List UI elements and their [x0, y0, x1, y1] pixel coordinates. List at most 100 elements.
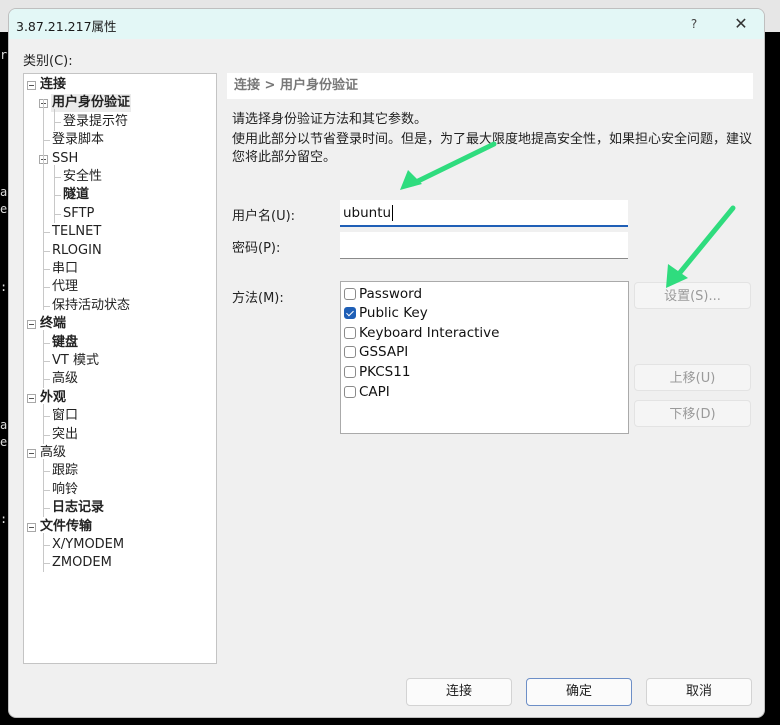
collapse-icon[interactable]: [27, 81, 36, 90]
method-item[interactable]: CAPI: [344, 382, 390, 401]
tree-item[interactable]: 隧道: [62, 186, 90, 204]
tree-connector: [43, 330, 44, 389]
tree-item[interactable]: 登录脚本: [51, 131, 105, 149]
tree-connector: [43, 361, 50, 362]
collapse-icon[interactable]: [27, 320, 36, 330]
checkbox[interactable]: [344, 287, 356, 300]
checkbox[interactable]: [344, 326, 356, 339]
move-down-button[interactable]: 下移(D): [634, 400, 751, 427]
tree-item[interactable]: SFTP: [62, 205, 95, 223]
collapse-icon[interactable]: [27, 449, 36, 458]
title-bar[interactable]: 3.87.21.217属性 ? ✕: [9, 9, 764, 39]
background-text-fragment: :: [0, 512, 8, 526]
tree-item-label: 突出: [52, 426, 79, 442]
tree-item[interactable]: 突出: [51, 426, 79, 444]
tree-connector: [43, 342, 50, 344]
tree-item[interactable]: SSH: [51, 150, 79, 168]
tree-item[interactable]: 键盘: [51, 334, 79, 352]
method-label: PKCS11: [359, 363, 411, 380]
background-text-fragment: e: [0, 435, 8, 449]
tree-connector: [43, 563, 50, 565]
tree-connector: [43, 403, 44, 444]
tree-item[interactable]: 响铃: [51, 481, 79, 499]
tree-item[interactable]: ZMODEM: [51, 554, 113, 572]
tree-connector: [54, 213, 61, 215]
tree-item[interactable]: 日志记录: [51, 499, 105, 517]
tree-connector: [43, 416, 50, 418]
tree-item[interactable]: 连接: [39, 76, 67, 94]
tree-item[interactable]: 跟踪: [51, 462, 79, 480]
tree-connector: [54, 121, 61, 123]
checkbox[interactable]: [344, 385, 356, 398]
method-item[interactable]: Password: [344, 284, 422, 303]
tree-item-label: 串口: [52, 261, 79, 276]
tree-item-label: 窗口: [52, 408, 79, 424]
method-label: GSSAPI: [359, 344, 409, 361]
properties-dialog: 3.87.21.217属性 ? ✕ 类别(C): 连接 用户身份验证 登录提示符 登录…: [8, 8, 765, 718]
window-title: 3.87.21.217属性: [16, 19, 117, 34]
tree-item[interactable]: X/YMODEM: [51, 536, 125, 554]
tree-item[interactable]: RLOGIN: [51, 242, 103, 260]
tree-connector: [43, 269, 50, 270]
tree-item[interactable]: TELNET: [51, 223, 102, 241]
background-text-fragment: a: [0, 418, 8, 432]
collapse-icon[interactable]: [27, 522, 36, 532]
background-text-fragment: r: [0, 48, 8, 62]
connect-button[interactable]: 连接: [406, 678, 512, 706]
tree-item-label: X/YMODEM: [52, 537, 125, 552]
settings-button[interactable]: 设置(S)...: [634, 282, 751, 309]
tree-item[interactable]: 文件传输: [39, 518, 93, 536]
tree-item-label: 安全性: [63, 169, 103, 184]
tree-connector: [54, 164, 55, 223]
background-text-fragment: a: [0, 185, 8, 199]
tree-item-label: 高级: [40, 445, 67, 460]
method-item[interactable]: Public Key: [344, 304, 428, 323]
username-input[interactable]: ubuntu: [340, 200, 628, 227]
tree-item[interactable]: 安全性: [62, 168, 103, 186]
tree-item-label: 保持活动状态: [52, 297, 131, 313]
help-button[interactable]: ?: [684, 14, 704, 34]
username-value: ubuntu: [343, 205, 392, 221]
tree-connector: [43, 471, 50, 473]
tree-item[interactable]: 登录提示符: [62, 113, 129, 131]
close-button[interactable]: ✕: [729, 13, 753, 35]
password-input[interactable]: [340, 232, 628, 259]
tree-item-label: 日志记录: [52, 500, 105, 516]
tree-item[interactable]: VT 模式: [51, 352, 100, 370]
tree-connector: [43, 305, 50, 307]
method-list[interactable]: Password Public Key Keyboard Interactive GS…: [340, 281, 629, 434]
tree-connector: [43, 99, 44, 310]
tree-connector: [43, 434, 50, 436]
collapse-icon[interactable]: [27, 393, 36, 403]
tree-item[interactable]: 串口: [51, 260, 79, 278]
tree-item-label: 跟踪: [52, 463, 79, 479]
tree-item-label: 用户身份验证: [52, 95, 131, 111]
method-item[interactable]: GSSAPI: [344, 343, 408, 362]
password-label: 密码(P):: [232, 241, 281, 256]
method-label: 方法(M):: [232, 291, 284, 306]
description-line-1: 请选择身份验证方法和其它参数。: [232, 112, 428, 127]
close-icon: ✕: [734, 14, 748, 33]
move-up-button[interactable]: 上移(U): [634, 364, 751, 391]
cancel-button[interactable]: 取消: [646, 678, 752, 706]
tree-item[interactable]: 高级: [51, 370, 79, 388]
tree-item-label: 登录脚本: [52, 132, 105, 148]
checkbox[interactable]: [344, 365, 356, 378]
username-label: 用户名(U):: [232, 209, 296, 224]
tree-connector: [43, 379, 50, 381]
tree-item[interactable]: 保持活动状态: [51, 297, 131, 315]
tree-item[interactable]: 代理: [51, 278, 79, 296]
tree-connector: [54, 195, 61, 197]
checkbox-checked[interactable]: [344, 307, 356, 320]
tree-item[interactable]: 窗口: [51, 407, 79, 425]
checkbox[interactable]: [344, 346, 356, 359]
tree-connector: [43, 140, 50, 142]
tree-item-label: 代理: [52, 279, 79, 295]
category-tree[interactable]: 连接 用户身份验证登录提示符 登录脚本 SSH 安全性隧道 SFTP TELNET RLOGI…: [23, 73, 217, 664]
ok-button[interactable]: 确定: [526, 678, 632, 706]
tree-connector: [43, 459, 44, 518]
tree-item[interactable]: 用户身份验证: [51, 94, 132, 113]
tree-item-label: SSH: [52, 150, 79, 166]
method-item[interactable]: PKCS11: [344, 362, 410, 381]
method-item[interactable]: Keyboard Interactive: [344, 323, 499, 342]
